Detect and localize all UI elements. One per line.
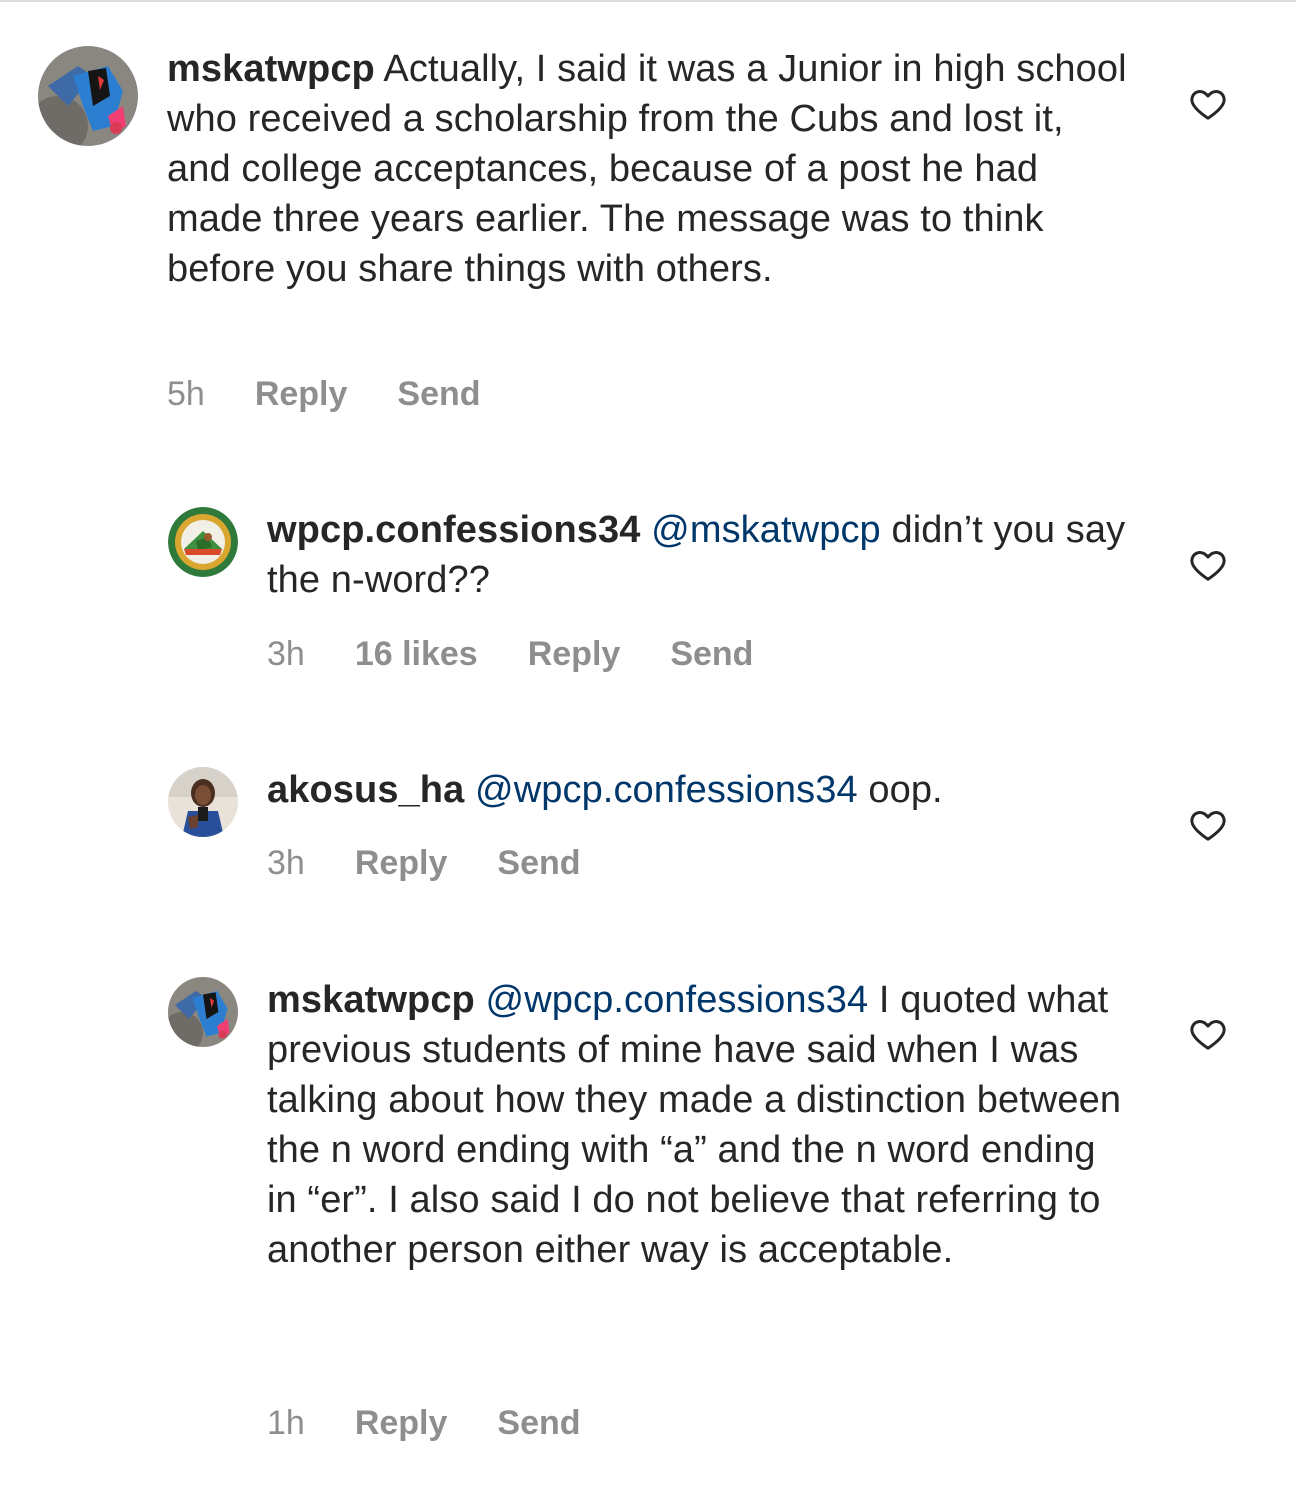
comment-username[interactable]: mskatwpcp [167, 48, 375, 90]
heart-outline-icon[interactable] [1188, 1014, 1228, 1054]
comment-username[interactable]: akosus_ha [267, 769, 464, 811]
mention-link[interactable]: @wpcp.confessions34 [486, 979, 869, 1021]
reply-button[interactable]: Reply [355, 844, 448, 882]
sneaker-photo-avatar[interactable] [38, 46, 138, 146]
mention-link[interactable]: @mskatwpcp [651, 509, 881, 551]
comment-meta: 5h Reply Send [167, 374, 531, 414]
comment-body: I quoted what previous students of mine … [267, 979, 1122, 1271]
comment-time[interactable]: 1h [267, 1404, 305, 1442]
mention-link[interactable]: @wpcp.confessions34 [475, 769, 858, 811]
comment-meta: 3h 16 likes Reply Send [267, 634, 803, 674]
comment-time[interactable]: 3h [267, 844, 305, 882]
reply-button[interactable]: Reply [355, 1404, 448, 1442]
likes-count[interactable]: 16 likes [355, 635, 478, 673]
reply-button[interactable]: Reply [255, 375, 348, 413]
comment-username[interactable]: mskatwpcp [267, 979, 475, 1021]
top-divider [0, 0, 1296, 2]
person-photo-avatar[interactable] [168, 767, 238, 837]
send-button[interactable]: Send [497, 1404, 580, 1442]
comment-text: mskatwpcp @wpcp.confessions34 I quoted w… [267, 975, 1127, 1275]
comment-meta: 1h Reply Send [267, 1403, 631, 1443]
comment-body: oop. [857, 769, 943, 811]
comment-text: mskatwpcp Actually, I said it was a Juni… [167, 44, 1127, 294]
heart-outline-icon[interactable] [1188, 84, 1228, 124]
comment-time[interactable]: 5h [167, 375, 205, 413]
comment-time[interactable]: 3h [267, 635, 305, 673]
sneaker-photo-avatar[interactable] [168, 977, 238, 1047]
heart-outline-icon[interactable] [1188, 545, 1228, 585]
send-button[interactable]: Send [397, 375, 480, 413]
comment-text: wpcp.confessions34 @mskatwpcp didn’t you… [267, 505, 1147, 605]
school-seal-avatar[interactable] [168, 507, 238, 577]
comment-username[interactable]: wpcp.confessions34 [267, 509, 640, 551]
send-button[interactable]: Send [497, 844, 580, 882]
comment-text: akosus_ha @wpcp.confessions34 oop. [267, 765, 1147, 815]
heart-outline-icon[interactable] [1188, 805, 1228, 845]
comment-meta: 3h Reply Send [267, 843, 631, 883]
send-button[interactable]: Send [670, 635, 753, 673]
reply-button[interactable]: Reply [528, 635, 621, 673]
